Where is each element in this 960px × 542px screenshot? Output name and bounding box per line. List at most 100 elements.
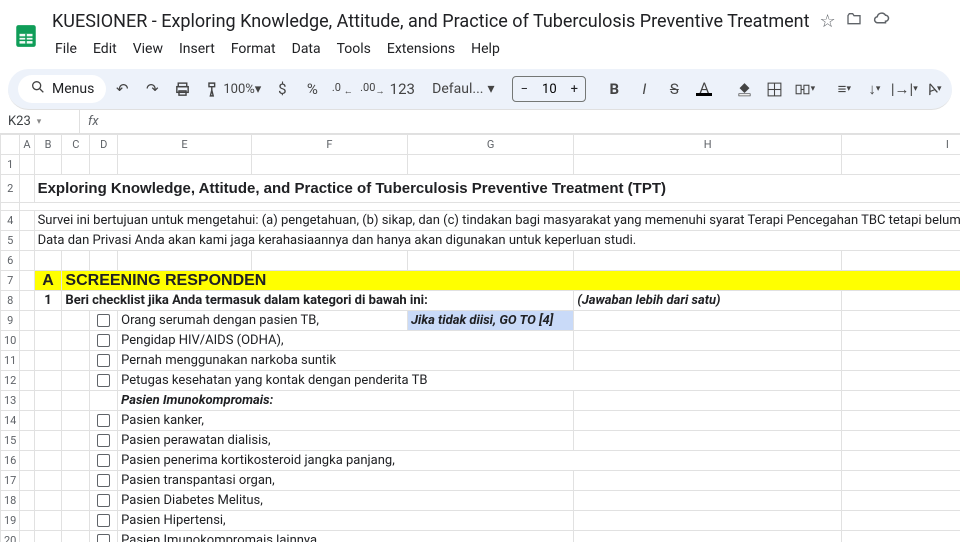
checkbox[interactable] bbox=[97, 534, 110, 542]
currency-button[interactable]: $ bbox=[268, 75, 296, 103]
col-header[interactable]: B bbox=[34, 135, 62, 155]
decrease-decimal-button[interactable]: .0 ← bbox=[328, 75, 356, 103]
cell[interactable]: (Jawaban lebih dari satu) bbox=[574, 291, 842, 311]
percent-button[interactable]: % bbox=[298, 75, 326, 103]
row-header[interactable]: 18 bbox=[1, 491, 20, 511]
row-header[interactable]: 1 bbox=[1, 155, 20, 175]
row-header[interactable]: 11 bbox=[1, 351, 20, 371]
halign-button[interactable]: ≡ ▾ bbox=[830, 75, 858, 103]
doc-title[interactable]: KUESIONER - Exploring Knowledge, Attitud… bbox=[52, 11, 810, 32]
menu-format[interactable]: Format bbox=[224, 37, 283, 61]
cell[interactable]: Pasien Imunokompromais lainnya. bbox=[118, 531, 574, 542]
cell[interactable]: Pasien Diabetes Melitus, bbox=[118, 491, 574, 511]
menu-extensions[interactable]: Extensions bbox=[380, 37, 462, 61]
row-header[interactable]: 13 bbox=[1, 391, 20, 411]
cloud-icon[interactable] bbox=[872, 10, 890, 33]
col-header[interactable]: D bbox=[90, 135, 118, 155]
checkbox[interactable] bbox=[97, 434, 110, 447]
cell[interactable]: Pasien transpantasi organ, bbox=[118, 471, 574, 491]
col-header[interactable]: F bbox=[251, 135, 407, 155]
menu-insert[interactable]: Insert bbox=[172, 37, 222, 61]
checkbox[interactable] bbox=[97, 514, 110, 527]
checkbox[interactable] bbox=[97, 414, 110, 427]
col-header[interactable]: C bbox=[62, 135, 90, 155]
menu-data[interactable]: Data bbox=[285, 37, 328, 61]
checkbox[interactable] bbox=[97, 334, 110, 347]
col-header[interactable]: G bbox=[407, 135, 573, 155]
menu-edit[interactable]: Edit bbox=[86, 37, 124, 61]
checkbox[interactable] bbox=[97, 374, 110, 387]
row-header[interactable]: 2 bbox=[1, 175, 20, 203]
checkbox[interactable] bbox=[97, 354, 110, 367]
increase-font-button[interactable]: + bbox=[563, 77, 585, 101]
font-select[interactable]: Defaul... ▾ bbox=[428, 75, 498, 103]
cell[interactable]: Jika tidak diisi, GO TO [4] bbox=[407, 311, 573, 331]
search-menus[interactable]: Menus bbox=[18, 75, 106, 103]
italic-button[interactable]: I bbox=[630, 75, 658, 103]
wrap-button[interactable]: |→| ▾ bbox=[890, 75, 918, 103]
row-header[interactable]: 19 bbox=[1, 511, 20, 531]
undo-button[interactable]: ↶ bbox=[108, 75, 136, 103]
row-header[interactable]: 10 bbox=[1, 331, 20, 351]
star-icon[interactable]: ☆ bbox=[820, 11, 836, 32]
cell[interactable]: Pasien perawatan dialisis, bbox=[118, 431, 574, 451]
zoom-select[interactable]: 100% ▾ bbox=[228, 75, 256, 103]
cell[interactable]: SCREENING RESPONDEN bbox=[62, 271, 960, 291]
menu-help[interactable]: Help bbox=[464, 37, 507, 61]
menu-file[interactable]: File bbox=[48, 37, 84, 61]
row-header[interactable]: 4 bbox=[1, 211, 20, 231]
increase-decimal-button[interactable]: .00→ bbox=[358, 75, 386, 103]
strike-button[interactable]: S bbox=[660, 75, 688, 103]
cell[interactable]: A bbox=[34, 271, 62, 291]
checkbox[interactable] bbox=[97, 474, 110, 487]
fill-color-button[interactable] bbox=[730, 75, 758, 103]
cell[interactable]: Pernah menggunakan narkoba suntik bbox=[118, 351, 574, 371]
checkbox[interactable] bbox=[97, 314, 110, 327]
borders-button[interactable] bbox=[760, 75, 788, 103]
spreadsheet-grid[interactable]: A B C D E F G H I 1 2 Exploring Knowledge… bbox=[0, 134, 960, 542]
paint-format-button[interactable] bbox=[198, 75, 226, 103]
menu-tools[interactable]: Tools bbox=[330, 37, 378, 61]
cell[interactable]: Survei ini bertujuan untuk mengetahui: (… bbox=[34, 211, 960, 231]
cell[interactable]: Data dan Privasi Anda akan kami jaga ker… bbox=[34, 231, 960, 251]
cell[interactable]: Orang serumah dengan pasien TB, bbox=[118, 311, 408, 331]
col-header[interactable]: A bbox=[20, 135, 34, 155]
cell[interactable]: Pasien penerima kortikosteroid jangka pa… bbox=[118, 451, 842, 471]
cell[interactable]: Pasien Hipertensi, bbox=[118, 511, 574, 531]
col-header[interactable]: I bbox=[841, 135, 960, 155]
select-all-corner[interactable] bbox=[1, 135, 20, 155]
move-icon[interactable] bbox=[846, 11, 862, 32]
cell[interactable]: 1 bbox=[34, 291, 62, 311]
rotate-button[interactable]: A ▾ bbox=[920, 75, 948, 103]
cell[interactable]: Beri checklist jika Anda termasuk dalam … bbox=[62, 291, 574, 311]
row-header[interactable]: 12 bbox=[1, 371, 20, 391]
bold-button[interactable]: B bbox=[600, 75, 628, 103]
cell[interactable]: Pengidap HIV/AIDS (ODHA), bbox=[118, 331, 574, 351]
menu-view[interactable]: View bbox=[126, 37, 170, 61]
cell[interactable]: Pasien kanker, bbox=[118, 411, 574, 431]
cell[interactable]: Pasien Imunokompromais: bbox=[118, 391, 574, 411]
print-button[interactable] bbox=[168, 75, 196, 103]
cell[interactable]: Petugas kesehatan yang kontak dengan pen… bbox=[118, 371, 842, 391]
row-header[interactable]: 14 bbox=[1, 411, 20, 431]
valign-button[interactable]: ↓ ▾ bbox=[860, 75, 888, 103]
row-header[interactable]: 16 bbox=[1, 451, 20, 471]
cell[interactable]: Exploring Knowledge, Attitude, and Pract… bbox=[34, 175, 960, 203]
col-header[interactable]: H bbox=[574, 135, 842, 155]
number-format-button[interactable]: 123 bbox=[388, 75, 416, 103]
decrease-font-button[interactable]: − bbox=[513, 77, 535, 101]
row-header[interactable]: 17 bbox=[1, 471, 20, 491]
sheets-logo[interactable] bbox=[12, 18, 40, 54]
checkbox[interactable] bbox=[97, 454, 110, 467]
col-header[interactable]: E bbox=[118, 135, 252, 155]
font-size-input[interactable] bbox=[535, 82, 563, 97]
name-box[interactable]: K23▾ bbox=[0, 110, 80, 133]
row-header[interactable]: 8 bbox=[1, 291, 20, 311]
row-header[interactable]: 7 bbox=[1, 271, 20, 291]
row-header[interactable]: 9 bbox=[1, 311, 20, 331]
merge-button[interactable]: ▾ bbox=[790, 75, 818, 103]
row-header[interactable]: 15 bbox=[1, 431, 20, 451]
checkbox[interactable] bbox=[97, 494, 110, 507]
redo-button[interactable]: ↷ bbox=[138, 75, 166, 103]
row-header[interactable]: 5 bbox=[1, 231, 20, 251]
